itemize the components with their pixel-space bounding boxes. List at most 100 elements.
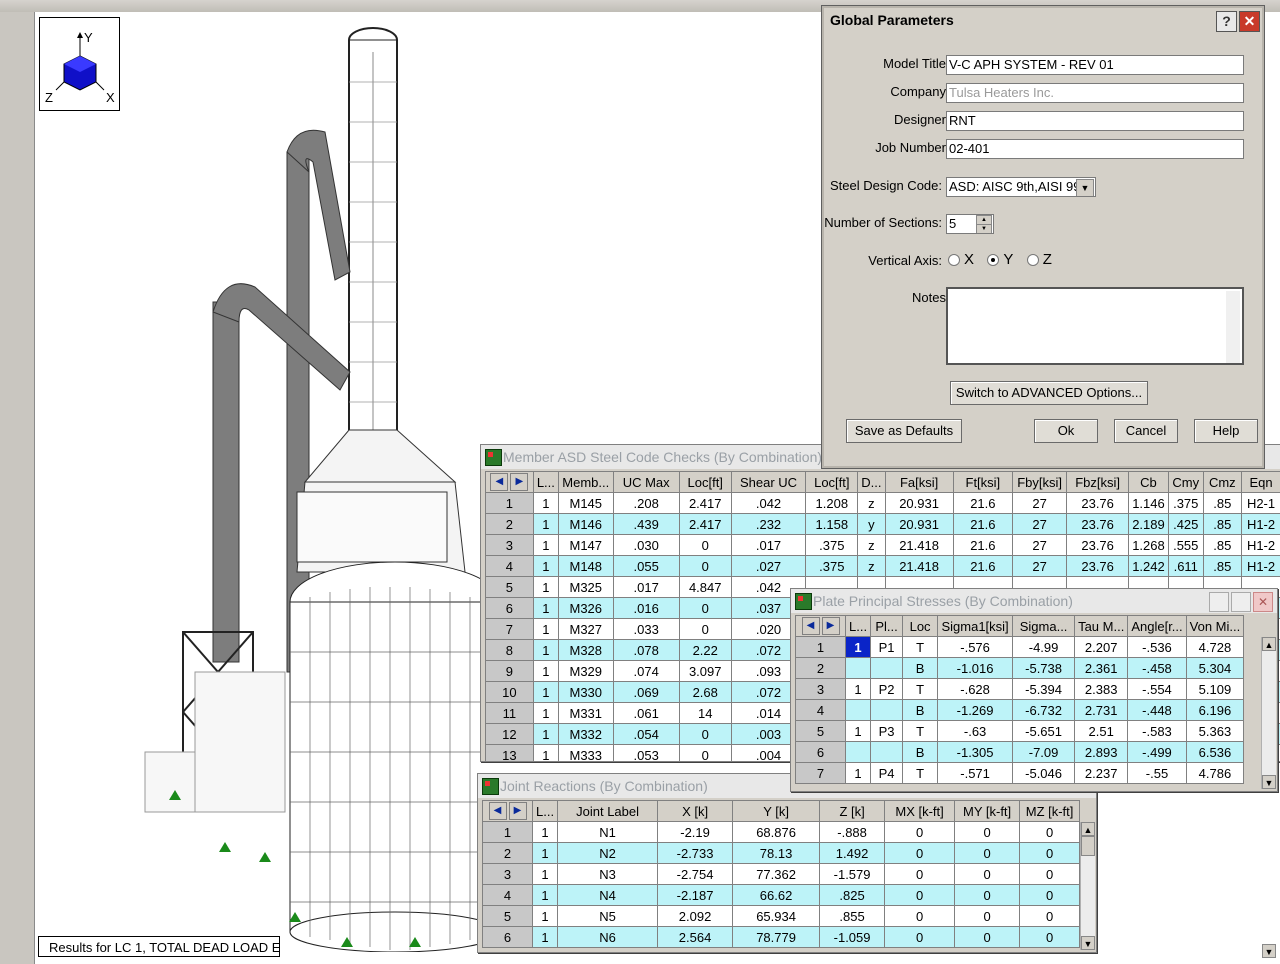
column-header[interactable]: Sigma... — [1012, 615, 1076, 637]
nav-buttons[interactable]: ◀ ▶ — [485, 471, 534, 493]
table-cell[interactable]: .017 — [612, 576, 680, 598]
table-cell[interactable]: 2.417 — [678, 513, 732, 535]
scroll-up-icon[interactable]: ▲ — [1262, 637, 1276, 651]
table-cell[interactable]: .017 — [730, 534, 807, 556]
table-cell[interactable]: .375 — [1167, 492, 1204, 514]
table-cell[interactable]: z — [857, 534, 886, 556]
model-3d-rendering[interactable] — [35, 12, 495, 952]
table-cell[interactable]: M148 — [557, 555, 614, 577]
column-header[interactable]: Pl... — [870, 615, 904, 637]
table-cell[interactable]: 1 — [532, 576, 559, 598]
table-cell[interactable]: 65.934 — [732, 905, 821, 927]
table-row[interactable]: 2 B -1.016 -5.738 2.361 -.458 5.304 — [795, 657, 1245, 679]
table-cell[interactable]: -.628 — [937, 678, 1014, 700]
row-number[interactable]: 4 — [795, 699, 846, 721]
table-row[interactable]: 4 1 M148.055 0.027.375 z 21.418 21.6 27 23.76 1.2… — [485, 555, 1280, 577]
column-header[interactable]: Fby[ksi] — [1012, 471, 1068, 493]
table-cell[interactable]: .825 — [819, 884, 886, 906]
table-cell[interactable]: .375 — [805, 555, 859, 577]
table-cell[interactable]: 1 — [532, 492, 559, 514]
column-header[interactable]: Fbz[ksi] — [1066, 471, 1130, 493]
table-cell[interactable]: 23.76 — [1066, 513, 1130, 535]
column-header[interactable]: Loc[ft] — [678, 471, 732, 493]
column-header[interactable]: Eqn — [1241, 471, 1280, 493]
table-cell[interactable]: 2.731 — [1074, 699, 1129, 721]
table-cell[interactable]: 4.786 — [1185, 762, 1245, 784]
table-cell[interactable]: 21.6 — [952, 555, 1014, 577]
row-number[interactable]: 2 — [482, 842, 533, 864]
table-cell[interactable]: T — [902, 636, 939, 658]
viewport-scrollbar[interactable]: ▼ — [1262, 940, 1276, 962]
plate-stresses-table[interactable]: ◀ ▶ L... Pl... Loc Sigma1[ksi] Sigma... Tau M..… — [795, 615, 1245, 784]
axis-x-radio[interactable] — [948, 253, 960, 266]
column-header[interactable]: Loc — [902, 615, 939, 637]
table-cell[interactable]: 4.847 — [678, 576, 732, 598]
table-cell[interactable]: H1-2 — [1241, 513, 1280, 535]
table-cell[interactable]: B — [902, 699, 939, 721]
save-defaults-button[interactable]: Save as Defaults — [846, 419, 962, 443]
table-cell[interactable]: .425 — [1167, 513, 1204, 535]
table-cell[interactable]: -1.059 — [819, 926, 886, 948]
table-cell[interactable]: 1 — [531, 884, 559, 906]
table-cell[interactable]: .208 — [612, 492, 680, 514]
table-cell[interactable]: 1 — [531, 926, 559, 948]
table-cell[interactable]: 1 — [532, 723, 559, 745]
table-cell[interactable]: M331 — [557, 702, 614, 724]
column-header[interactable]: Fa[ksi] — [884, 471, 954, 493]
column-header[interactable]: Joint Label — [557, 800, 659, 822]
column-header[interactable]: Cb — [1128, 471, 1169, 493]
column-header[interactable]: Sigma1[ksi] — [937, 615, 1014, 637]
table-row[interactable]: 5 1 P3 T -.63 -5.651 2.51 -.583 5.363 — [795, 720, 1245, 742]
table-cell[interactable]: N3 — [557, 863, 659, 885]
table-cell[interactable]: -2.19 — [657, 821, 734, 843]
table-cell[interactable]: M332 — [557, 723, 614, 745]
table-cell[interactable] — [870, 741, 904, 763]
table-cell[interactable]: 0 — [884, 842, 956, 864]
table-row[interactable]: 2 1 N2 -2.733 78.13 1.492 0 0 0 — [482, 842, 1081, 864]
table-cell[interactable]: 0 — [954, 905, 1021, 927]
scroll-thumb[interactable] — [1081, 836, 1095, 856]
designer-field[interactable]: RNT — [946, 111, 1244, 131]
column-header[interactable]: Shear UC — [730, 471, 807, 493]
row-number[interactable]: 1 — [795, 636, 846, 658]
table-row[interactable]: 1 1 M145.208 2.417.042 1.208 z 20.931 21.6 27 23.… — [485, 492, 1280, 514]
table-row[interactable]: 1 1 P1 T -.576 -4.99 2.207 -.536 4.728 — [795, 636, 1245, 658]
next-icon[interactable]: ▶ — [508, 802, 527, 820]
row-number[interactable]: 2 — [485, 513, 534, 535]
table-cell[interactable]: 1 — [844, 720, 872, 742]
nav-buttons[interactable]: ◀ ▶ — [482, 800, 533, 822]
table-cell[interactable]: 21.6 — [952, 534, 1014, 556]
table-cell[interactable]: .054 — [612, 723, 680, 745]
table-cell[interactable]: -.571 — [937, 762, 1014, 784]
table-cell[interactable]: 21.418 — [884, 534, 954, 556]
prev-icon[interactable]: ◀ — [488, 802, 507, 820]
table-cell[interactable]: 23.76 — [1066, 534, 1130, 556]
column-header[interactable]: L... — [844, 615, 872, 637]
table-cell[interactable] — [844, 699, 872, 721]
table-cell[interactable]: 1.268 — [1128, 534, 1169, 556]
help-icon[interactable]: ? — [1216, 11, 1237, 32]
table-cell[interactable]: M328 — [557, 639, 614, 661]
axis-z-radio[interactable] — [1026, 253, 1039, 266]
table-row[interactable]: 1 1 N1 -2.19 68.876 -.888 0 0 0 — [482, 821, 1081, 843]
table-cell[interactable]: T — [902, 762, 939, 784]
steel-code-select[interactable]: ASD: AISC 9th,AISI 99 ▼ — [946, 177, 1096, 197]
table-cell[interactable]: -.583 — [1127, 720, 1187, 742]
table-cell[interactable]: .85 — [1202, 534, 1243, 556]
table-cell[interactable]: -.576 — [937, 636, 1014, 658]
table-cell[interactable]: 68.876 — [732, 821, 821, 843]
help-button[interactable]: Help — [1194, 419, 1258, 443]
table-cell[interactable]: .855 — [819, 905, 886, 927]
table-cell[interactable]: T — [902, 720, 939, 742]
table-cell[interactable]: 0 — [1019, 842, 1081, 864]
nav-buttons[interactable]: ◀ ▶ — [795, 615, 846, 637]
table-cell[interactable]: -2.187 — [657, 884, 734, 906]
scroll-down-icon[interactable]: ▼ — [1081, 936, 1095, 950]
plate-stresses-window[interactable]: Plate Principal Stresses (By Combination… — [790, 588, 1278, 792]
column-header[interactable]: D... — [857, 471, 886, 493]
table-row[interactable]: 5 1 N5 2.092 65.934.855 0 0 0 — [482, 905, 1081, 927]
cancel-button[interactable]: Cancel — [1114, 419, 1178, 443]
row-number[interactable]: 6 — [795, 741, 846, 763]
table-cell[interactable]: 77.362 — [732, 863, 821, 885]
row-number[interactable]: 9 — [485, 660, 534, 682]
